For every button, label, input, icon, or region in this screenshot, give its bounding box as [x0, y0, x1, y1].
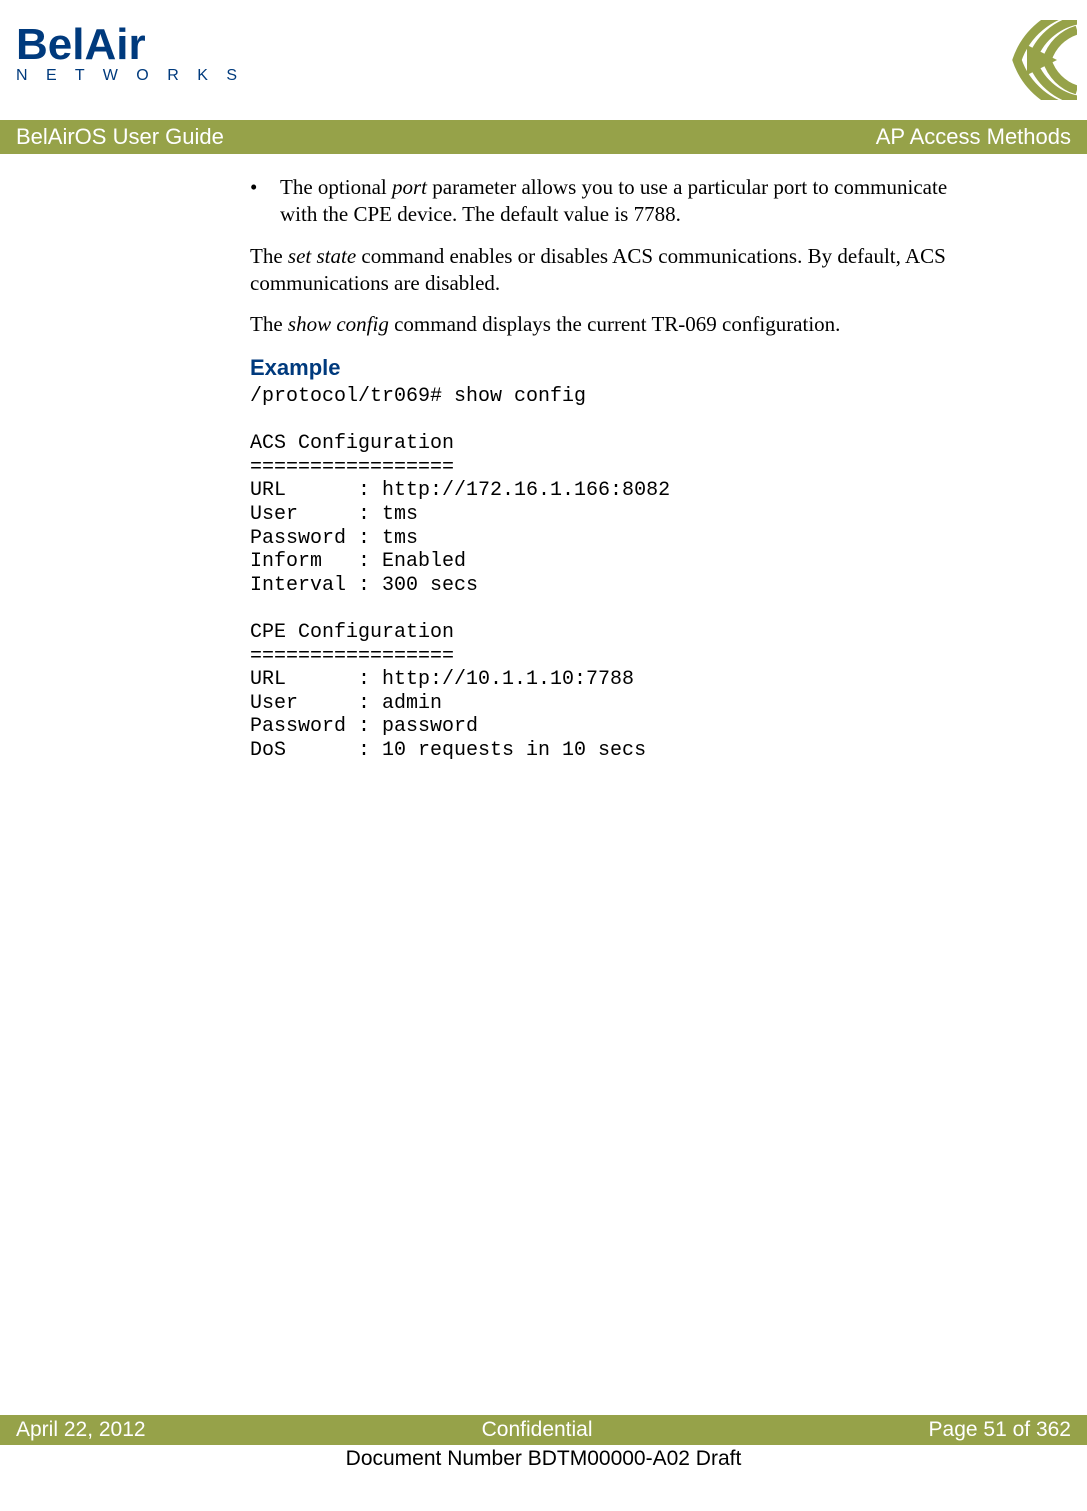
- footer-docnum: Document Number BDTM00000-A02 Draft: [0, 1447, 1087, 1471]
- company-logo: BelAir N E T W O R K S: [10, 20, 244, 85]
- text-fragment: command displays the current TR-069 conf…: [389, 312, 841, 336]
- page-header: BelAir N E T W O R K S: [0, 0, 1087, 120]
- code-block: /protocol/tr069# show config ACS Configu…: [250, 385, 987, 763]
- text-emphasis: set state: [288, 244, 356, 268]
- text-fragment: The: [250, 244, 288, 268]
- text-emphasis: port: [392, 175, 427, 199]
- text-fragment: The optional: [280, 175, 392, 199]
- footer-page: Page 51 of 362: [929, 1418, 1071, 1442]
- footer-date: April 22, 2012: [16, 1418, 146, 1442]
- logo-line1: BelAir: [16, 25, 244, 65]
- bullet-marker: •: [250, 174, 280, 229]
- example-heading: Example: [250, 354, 987, 383]
- bullet-text: The optional port parameter allows you t…: [280, 174, 987, 229]
- text-fragment: The: [250, 312, 288, 336]
- paragraph: The set state command enables or disable…: [250, 243, 987, 298]
- page-footer: April 22, 2012 Confidential Page 51 of 3…: [0, 1415, 1087, 1471]
- title-bar: BelAirOS User Guide AP Access Methods: [0, 120, 1087, 154]
- footer-colored-bar: April 22, 2012 Confidential Page 51 of 3…: [0, 1415, 1087, 1445]
- main-content: • The optional port parameter allows you…: [0, 154, 1087, 783]
- doc-title: BelAirOS User Guide: [16, 124, 224, 150]
- decorative-arcs-icon: [977, 20, 1077, 100]
- text-emphasis: show config: [288, 312, 389, 336]
- section-title: AP Access Methods: [876, 124, 1071, 150]
- paragraph: The show config command displays the cur…: [250, 311, 987, 338]
- footer-confidential: Confidential: [482, 1418, 593, 1442]
- bullet-item: • The optional port parameter allows you…: [250, 174, 987, 229]
- logo-line2: N E T W O R K S: [16, 67, 244, 85]
